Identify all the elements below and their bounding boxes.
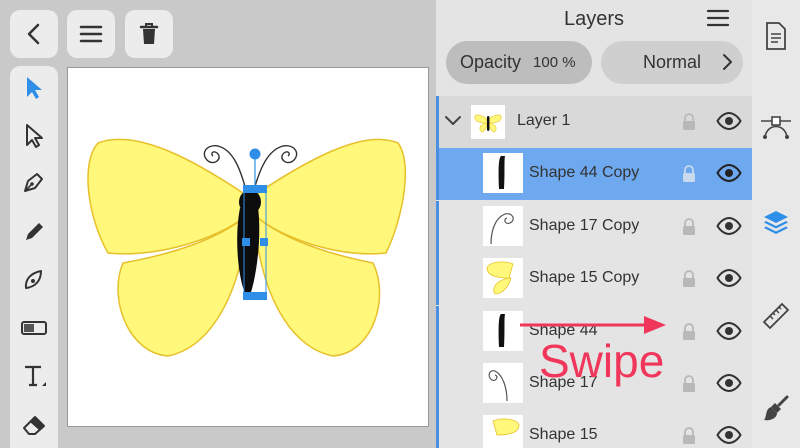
visibility-eye-icon[interactable] [716,163,742,188]
back-button[interactable] [10,10,58,58]
panel-menu-button[interactable] [704,6,732,34]
delete-button[interactable] [125,10,173,58]
layers-icon [761,207,791,242]
eraser-icon [20,412,48,441]
layer-thumbnail [483,415,523,448]
rotation-handle[interactable] [249,148,261,160]
opacity-control[interactable]: Opacity 100 % [446,41,592,84]
path-nodes-icon [759,113,793,148]
lock-icon[interactable] [681,112,697,137]
ruler-icon [761,301,791,336]
resize-handle-bottom[interactable] [243,292,267,300]
document-button[interactable] [752,18,800,58]
layer-name: Shape 15 [529,426,598,443]
visibility-eye-icon[interactable] [716,216,742,241]
text-icon [20,362,48,395]
visibility-eye-icon[interactable] [716,373,742,398]
brushes-button[interactable] [752,390,800,430]
row-accent [436,410,439,448]
text-tool[interactable] [10,358,58,398]
layer-group-row[interactable]: Layer 1 [436,96,752,148]
blend-mode-selector[interactable]: Normal [601,41,743,84]
fill-icon [20,318,48,343]
select-tool[interactable] [10,70,58,110]
chevron-left-icon [24,22,44,46]
path-nodes-button[interactable] [752,110,800,150]
trash-icon [139,22,159,46]
layer-group-name: Layer 1 [517,112,571,129]
node-tool[interactable] [10,118,58,158]
drawing-canvas[interactable] [67,67,429,427]
vector-brush-tool[interactable] [10,262,58,302]
layer-name: Shape 17 Copy [529,217,640,234]
pen-icon [21,169,47,200]
opacity-label: Opacity [460,52,522,72]
visibility-eye-icon[interactable] [716,321,742,346]
butterfly-artwork [87,138,407,357]
layer-row-shape-15[interactable]: Shape 15 [436,410,752,448]
hamburger-menu-icon [79,24,103,44]
transform-button[interactable] [752,298,800,338]
brush-icon [761,393,791,428]
row-accent [436,253,439,305]
blend-mode-value: Normal [642,52,701,72]
hamburger-menu-icon [706,8,730,33]
lock-icon[interactable] [681,322,697,347]
layer-thumbnail [483,311,523,351]
row-accent [436,358,439,410]
select-arrow-icon [23,75,45,106]
layer-thumbnail [471,105,505,139]
layer-thumbnail [483,258,523,298]
menu-button[interactable] [67,10,115,58]
chevron-right-icon [721,53,733,76]
layer-thumbnail [483,206,523,246]
butterfly-body [237,208,260,300]
eraser-tool[interactable] [10,406,58,446]
layer-thumbnail [483,363,523,403]
row-accent [436,201,439,253]
resize-handle-left[interactable] [242,238,250,246]
lock-icon[interactable] [681,426,697,448]
lock-icon[interactable] [681,164,697,189]
document-icon [764,21,788,56]
lock-icon[interactable] [681,374,697,399]
node-arrow-icon [23,123,45,154]
pencil-icon [21,219,47,250]
layer-thumbnail [483,153,523,193]
layer-name: Shape 44 Copy [529,164,640,181]
visibility-eye-icon[interactable] [716,111,742,136]
opacity-value: 100 % [533,54,576,71]
layers-button[interactable] [752,204,800,244]
pencil-tool[interactable] [10,214,58,254]
resize-handle-right[interactable] [260,238,268,246]
row-accent [436,306,439,358]
tools-toolbar [10,66,58,448]
resize-handle-top[interactable] [243,185,267,193]
visibility-eye-icon[interactable] [716,425,742,448]
pen-tool[interactable] [10,164,58,204]
vector-brush-icon [21,267,47,298]
layer-name: Shape 15 Copy [529,269,640,286]
layer-row-shape-44-copy[interactable]: Shape 44 Copy [436,148,752,200]
visibility-eye-icon[interactable] [716,268,742,293]
row-accent [436,148,439,200]
lock-icon[interactable] [681,217,697,242]
fill-tool[interactable] [10,310,58,350]
layer-row-shape-17-copy[interactable]: Shape 17 Copy [436,201,752,253]
row-accent [436,96,439,148]
chevron-down-icon[interactable] [444,114,462,133]
studio-toolbar [752,0,800,448]
lock-icon[interactable] [681,269,697,294]
swipe-annotation-text: Swipe [539,335,665,387]
layer-row-shape-15-copy[interactable]: Shape 15 Copy [436,253,752,305]
